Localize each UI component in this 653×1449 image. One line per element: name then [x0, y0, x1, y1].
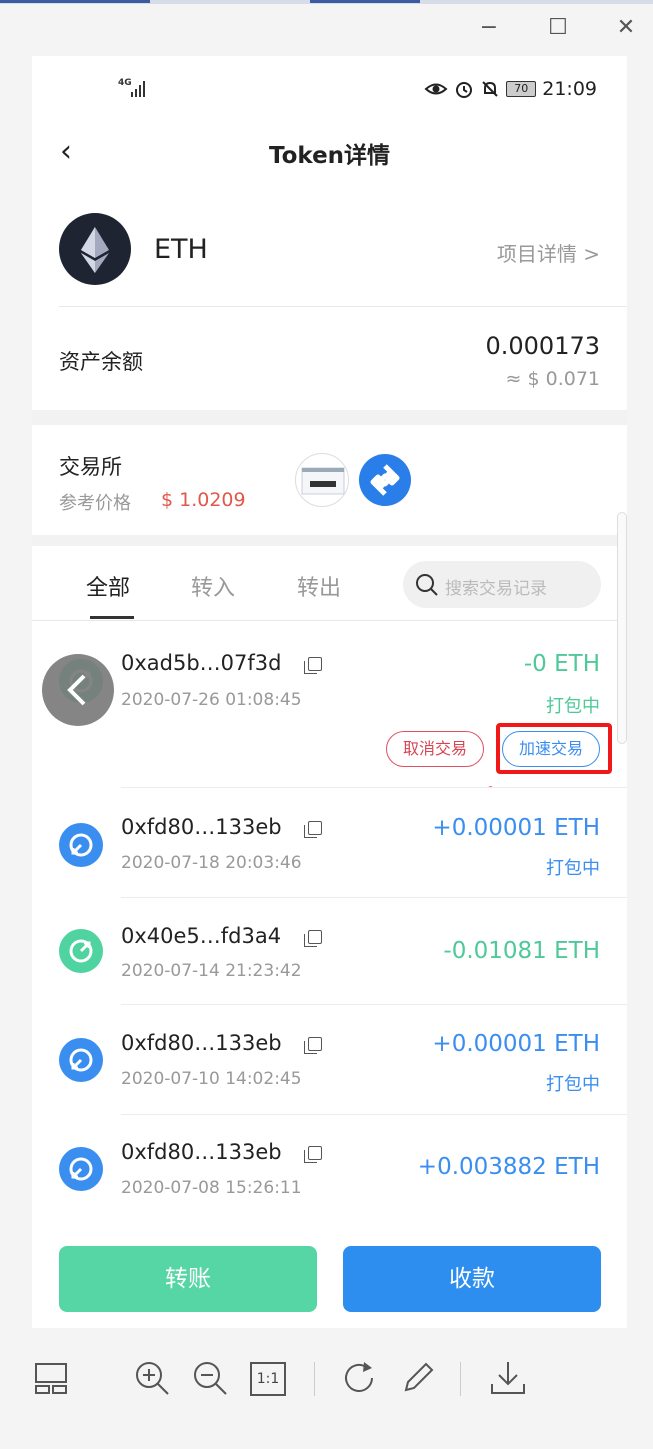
table-row[interactable]: 0xfd80…133eb 2020-07-10 14:02:45 +0.0000… — [32, 1005, 627, 1114]
thumbnails-icon[interactable] — [32, 1358, 72, 1398]
copy-icon[interactable] — [304, 1037, 322, 1054]
bell-off-icon — [482, 81, 498, 97]
exchange-label: 交易所 — [59, 455, 122, 479]
project-details-link[interactable]: 项目详情 > — [497, 238, 600, 267]
tx-hash: 0xad5b…07f3d — [121, 651, 282, 675]
active-tab-indicator — [90, 616, 134, 619]
battery-icon: 70 — [506, 81, 537, 97]
viewer-toolbar: 1:1 — [0, 1340, 653, 1420]
tx-amount: +0.00001 ETH — [432, 1031, 600, 1057]
zoom-out-icon[interactable] — [190, 1358, 230, 1398]
table-row[interactable]: 0xfd80…133eb 2020-07-18 20:03:46 +0.0000… — [32, 788, 627, 897]
copy-icon[interactable] — [304, 657, 322, 674]
alarm-icon — [456, 82, 473, 98]
exchange-link-icon[interactable] — [359, 454, 411, 506]
copy-icon[interactable] — [304, 930, 322, 947]
tab-strip-segment — [310, 0, 420, 3]
zoom-in-icon[interactable] — [132, 1358, 172, 1398]
incoming-tx-icon — [59, 1038, 103, 1082]
download-icon[interactable] — [488, 1358, 528, 1398]
tab-outgoing[interactable]: 转出 — [297, 570, 341, 602]
tx-hash: 0x40e5…fd3a4 — [121, 924, 282, 948]
search-icon — [416, 574, 438, 596]
divider — [59, 306, 627, 307]
rotate-icon[interactable] — [340, 1358, 380, 1398]
close-button[interactable]: ✕ — [611, 14, 641, 42]
tx-amount: +0.003882 ETH — [417, 1154, 600, 1180]
reference-price: $ 1.0209 — [161, 489, 246, 511]
copy-icon[interactable] — [304, 821, 322, 838]
window-top-strip — [0, 0, 653, 4]
eye-icon — [424, 83, 448, 95]
toolbar-separator — [314, 1362, 315, 1396]
tx-date: 2020-07-26 01:08:45 — [121, 690, 302, 710]
highlight-box — [496, 723, 612, 774]
tx-hash: 0xfd80…133eb — [121, 815, 282, 839]
eth-logo-icon — [59, 213, 131, 285]
floating-back-button[interactable] — [42, 654, 114, 726]
incoming-tx-icon — [59, 823, 103, 867]
tx-amount: -0 ETH — [523, 651, 600, 677]
tx-status: 打包中 — [546, 858, 600, 879]
cancel-transaction-button[interactable]: 取消交易 — [386, 731, 484, 767]
tab-incoming[interactable]: 转入 — [191, 570, 235, 602]
tab-all[interactable]: 全部 — [86, 570, 130, 602]
token-symbol: ETH — [154, 234, 208, 265]
copy-icon[interactable] — [304, 1146, 322, 1163]
tx-hash: 0xfd80…133eb — [121, 1031, 282, 1055]
tx-hash: 0xfd80…133eb — [121, 1140, 282, 1164]
bottom-action-bar: 转账 收款 — [32, 1230, 627, 1328]
search-placeholder: 搜索交易记录 — [445, 579, 547, 599]
maximize-button[interactable]: ☐ — [543, 14, 573, 42]
search-input[interactable]: 搜索交易记录 — [403, 561, 601, 608]
minimize-button[interactable]: − — [474, 14, 504, 42]
tx-date: 2020-07-08 15:26:11 — [121, 1178, 302, 1198]
receive-button[interactable]: 收款 — [343, 1246, 601, 1312]
status-time: 21:09 — [542, 78, 597, 100]
reference-price-label: 参考价格 — [59, 493, 131, 514]
balance-amount: 0.000173 — [485, 332, 600, 360]
outgoing-tx-icon — [59, 929, 103, 973]
balance-usd: ≈ $ 0.071 — [505, 368, 600, 390]
scrollbar[interactable] — [617, 512, 627, 744]
tx-amount: +0.00001 ETH — [432, 815, 600, 841]
phone-screenshot: 4G 70 21:09 ‹ Token详情 ETH 项目详情 > 资产余额 0.… — [32, 56, 627, 1328]
tx-date: 2020-07-18 20:03:46 — [121, 853, 302, 873]
tx-date: 2020-07-14 21:23:42 — [121, 961, 302, 981]
exchange-thumbnail-icon[interactable] — [295, 453, 349, 507]
edit-icon[interactable] — [398, 1358, 438, 1398]
incoming-tx-icon — [59, 1147, 103, 1191]
status-bar: 4G 70 21:09 — [32, 56, 627, 126]
balance-label: 资产余额 — [59, 350, 143, 374]
tx-status: 打包中 — [546, 696, 600, 717]
table-row[interactable]: 0xfd80…133eb 2020-07-08 15:26:11 +0.0038… — [32, 1115, 627, 1225]
chevron-left-icon — [67, 674, 86, 706]
tx-amount: -0.01081 ETH — [443, 938, 600, 964]
page-title: Token详情 — [268, 143, 391, 169]
tx-date: 2020-07-10 14:02:45 — [121, 1069, 302, 1089]
tab-strip-segment — [0, 0, 150, 3]
transfer-button[interactable]: 转账 — [59, 1246, 317, 1312]
actual-size-icon[interactable]: 1:1 — [250, 1362, 286, 1396]
tx-status: 打包中 — [546, 1074, 600, 1095]
toolbar-separator — [460, 1362, 461, 1396]
table-row[interactable]: 0x40e5…fd3a4 2020-07-14 21:23:42 -0.0108… — [32, 898, 627, 1004]
signal-icon — [131, 81, 145, 97]
